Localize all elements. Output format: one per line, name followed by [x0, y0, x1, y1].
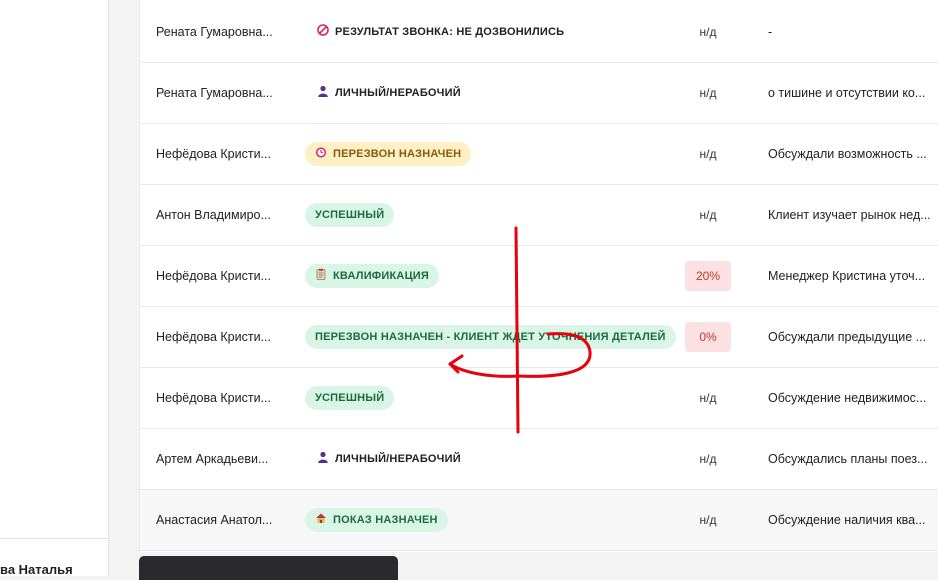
status-label: УСПЕШНЫЙ: [315, 209, 385, 221]
status-badge: КВАЛИФИКАЦИЯ: [305, 264, 440, 288]
house-icon: [315, 509, 327, 523]
score-text: н/д: [699, 513, 717, 527]
score-text: н/д: [699, 147, 717, 161]
table-row[interactable]: Артем Аркадьеви... ЛИЧНЫЙ/НЕРАБОЧИЙ н/д Обс…: [140, 429, 938, 490]
table-row[interactable]: Антон Владимиро... УСПЕШНЫЙ н/д Клиент изуч…: [140, 185, 938, 246]
calls-table: Рената Гумаровна... РЕЗУЛЬТАТ ЗВОНКА: НЕ …: [139, 0, 938, 552]
contact-name[interactable]: Нефёдова Кристи...: [156, 307, 281, 367]
alarm-clock-icon: [315, 143, 327, 158]
score-value: н/д: [684, 185, 732, 245]
contact-name[interactable]: Нефёдова Кристи...: [156, 124, 281, 184]
score-text: н/д: [699, 208, 717, 222]
status-label: УСПЕШНЫЙ: [315, 392, 385, 404]
table-row[interactable]: Нефёдова Кристи... ПЕРЕЗВОН НАЗНАЧЕН - КЛ…: [140, 307, 938, 368]
score-text: н/д: [699, 86, 717, 100]
score-badge: 20%: [684, 246, 732, 306]
score-text: н/д: [699, 391, 717, 405]
status-badge: ПЕРЕЗВОН НАЗНАЧЕН - КЛИЕНТ ЖДЕТ УТОЧНЕНИ…: [305, 325, 676, 349]
score-value: н/д: [684, 429, 732, 489]
status-label: КВАЛИФИКАЦИЯ: [333, 270, 430, 282]
score-badge: 0%: [684, 307, 732, 367]
call-summary: о тишине и отсутствии ко...: [768, 86, 926, 100]
person-icon: [317, 448, 329, 463]
sidebar: ва Наталья: [0, 0, 110, 577]
toast-panel: [139, 556, 398, 580]
contact-name[interactable]: Нефёдова Кристи...: [156, 246, 281, 306]
call-summary: -: [768, 25, 773, 39]
call-summary: Обсуждали возможность ...: [768, 147, 927, 161]
score-value: н/д: [684, 124, 732, 184]
score-value: н/д: [684, 490, 732, 550]
status-label: ЛИЧНЫЙ/НЕРАБОЧИЙ: [335, 453, 461, 465]
status-badge: РЕЗУЛЬТАТ ЗВОНКА: НЕ ДОЗВОНИЛИСЬ: [317, 20, 564, 44]
status-label: ПОКАЗ НАЗНАЧЕН: [333, 514, 438, 526]
status-badge: ПОКАЗ НАЗНАЧЕН: [305, 508, 448, 532]
score-text: н/д: [699, 452, 717, 466]
score-text: 0%: [685, 322, 731, 352]
status-label: ПЕРЕЗВОН НАЗНАЧЕН - КЛИЕНТ ЖДЕТ УТОЧНЕНИ…: [315, 331, 666, 343]
score-value: н/д: [684, 63, 732, 123]
person-icon: [317, 82, 329, 97]
status-badge: УСПЕШНЫЙ: [305, 386, 395, 410]
status-badge: ЛИЧНЫЙ/НЕРАБОЧИЙ: [317, 447, 461, 471]
call-summary: Клиент изучает рынок нед...: [768, 208, 931, 222]
contact-name[interactable]: Антон Владимиро...: [156, 185, 281, 245]
clipboard-icon: [315, 265, 327, 280]
table-row[interactable]: Рената Гумаровна... РЕЗУЛЬТАТ ЗВОНКА: НЕ …: [140, 2, 938, 63]
sidebar-divider: [0, 538, 108, 539]
contact-name[interactable]: Нефёдова Кристи...: [156, 368, 281, 428]
contact-name[interactable]: Анастасия Анатол...: [156, 490, 281, 550]
table-row[interactable]: Нефёдова Кристи... ПЕРЕЗВОН НАЗНАЧЕН н/д Об…: [140, 124, 938, 185]
table-row[interactable]: Нефёдова Кристи... КВАЛИФИКАЦИЯ 20% Менедже…: [140, 246, 938, 307]
score-text: н/д: [699, 25, 717, 39]
table-row[interactable]: Анастасия Анатол... ПОКАЗ НАЗНАЧЕН н/д Обсу…: [140, 490, 938, 551]
contact-name[interactable]: Рената Гумаровна...: [156, 2, 281, 62]
status-label: РЕЗУЛЬТАТ ЗВОНКА: НЕ ДОЗВОНИЛИСЬ: [335, 26, 565, 38]
status-label: ПЕРЕЗВОН НАЗНАЧЕН: [333, 148, 462, 160]
table-row[interactable]: Нефёдова Кристи... УСПЕШНЫЙ н/д Обсуждение …: [140, 368, 938, 429]
score-value: н/д: [684, 368, 732, 428]
sidebar-user-name[interactable]: ва Наталья: [0, 562, 110, 577]
contact-name[interactable]: Рената Гумаровна...: [156, 63, 281, 123]
contact-name[interactable]: Артем Аркадьеви...: [156, 429, 281, 489]
status-label: ЛИЧНЫЙ/НЕРАБОЧИЙ: [335, 87, 461, 99]
call-summary: Обсуждение наличия ква...: [768, 513, 926, 527]
table-row[interactable]: Рената Гумаровна... ЛИЧНЫЙ/НЕРАБОЧИЙ н/д о …: [140, 63, 938, 124]
call-summary: Менеджер Кристина уточ...: [768, 269, 926, 283]
call-summary: Обсуждение недвижимос...: [768, 391, 927, 405]
status-badge: ЛИЧНЫЙ/НЕРАБОЧИЙ: [317, 81, 461, 105]
score-value: н/д: [684, 2, 732, 62]
call-summary: Обсуждали предыдущие ...: [768, 330, 927, 344]
call-summary: Обсуждались планы поез...: [768, 452, 928, 466]
status-badge: УСПЕШНЫЙ: [305, 203, 395, 227]
score-text: 20%: [685, 261, 731, 291]
no-entry-icon: [317, 21, 329, 36]
status-badge: ПЕРЕЗВОН НАЗНАЧЕН: [305, 142, 472, 166]
